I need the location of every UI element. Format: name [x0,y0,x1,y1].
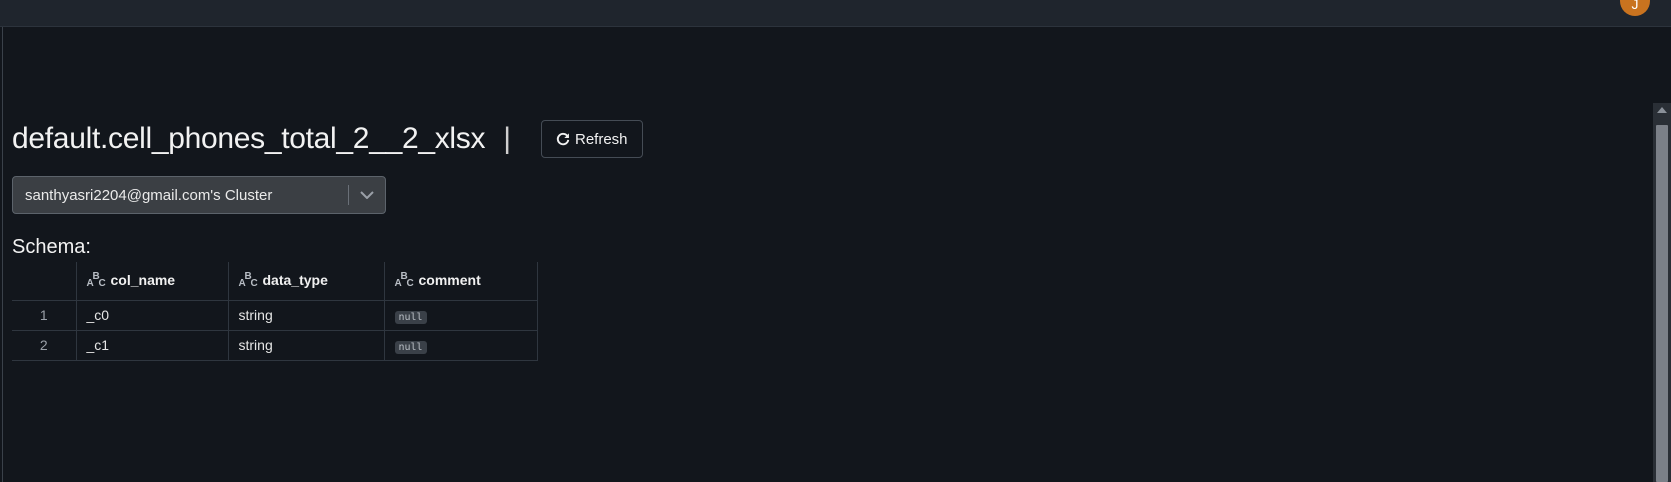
column-header-comment[interactable]: A B Ccomment [383,262,538,301]
table-row: 2 _c1 string null [12,329,538,361]
cell-col-name: _c0 [75,299,229,331]
avatar-initial: J [1631,0,1639,12]
cell-data-type: string [227,299,385,331]
left-divider [2,27,3,482]
refresh-icon [556,132,570,146]
column-header-col-name[interactable]: A B Ccol_name [75,262,229,301]
null-badge: null [394,310,427,324]
index-header [12,262,77,301]
cluster-selected-value: santhyasri2204@gmail.com's Cluster [25,186,273,204]
string-type-icon: ABC [86,271,106,290]
chevron-down-icon[interactable] [349,191,385,199]
cell-comment: null [383,329,538,361]
schema-label: Schema: [12,236,91,258]
null-badge: null [394,340,427,354]
refresh-button[interactable]: Refresh [541,120,643,158]
refresh-label: Refresh [575,130,628,148]
title-row: default.cell_phones_total_2__2_xlsx | Re… [12,120,643,158]
user-avatar[interactable]: J [1620,0,1650,16]
row-index: 1 [12,299,77,331]
string-type-icon: ABC [394,271,414,290]
cell-col-name: _c1 [75,329,229,361]
table-row: 1 _c0 string null [12,299,538,331]
column-header-label: col_name [110,272,176,289]
title-separator: | [503,122,511,155]
row-index: 2 [12,329,77,361]
column-header-data-type[interactable]: A B Cdata_type [227,262,385,301]
scroll-up-arrow-icon[interactable] [1657,107,1667,113]
column-header-label: data_type [262,272,328,289]
cluster-select[interactable]: santhyasri2204@gmail.com's Cluster [12,176,386,214]
top-bar: J [0,0,1671,27]
page-title: default.cell_phones_total_2__2_xlsx [12,122,486,155]
schema-table: A B Ccol_name A B Cdata_type A B Ccomment 1 _c… [12,262,538,361]
cell-comment: null [383,299,538,331]
scrollbar[interactable] [1653,103,1671,482]
string-type-icon: ABC [238,271,258,290]
cell-data-type: string [227,329,385,361]
column-header-label: comment [418,272,481,289]
scrollbar-thumb[interactable] [1656,125,1668,482]
table-header-row: A B Ccol_name A B Cdata_type A B Ccomment [12,262,538,301]
